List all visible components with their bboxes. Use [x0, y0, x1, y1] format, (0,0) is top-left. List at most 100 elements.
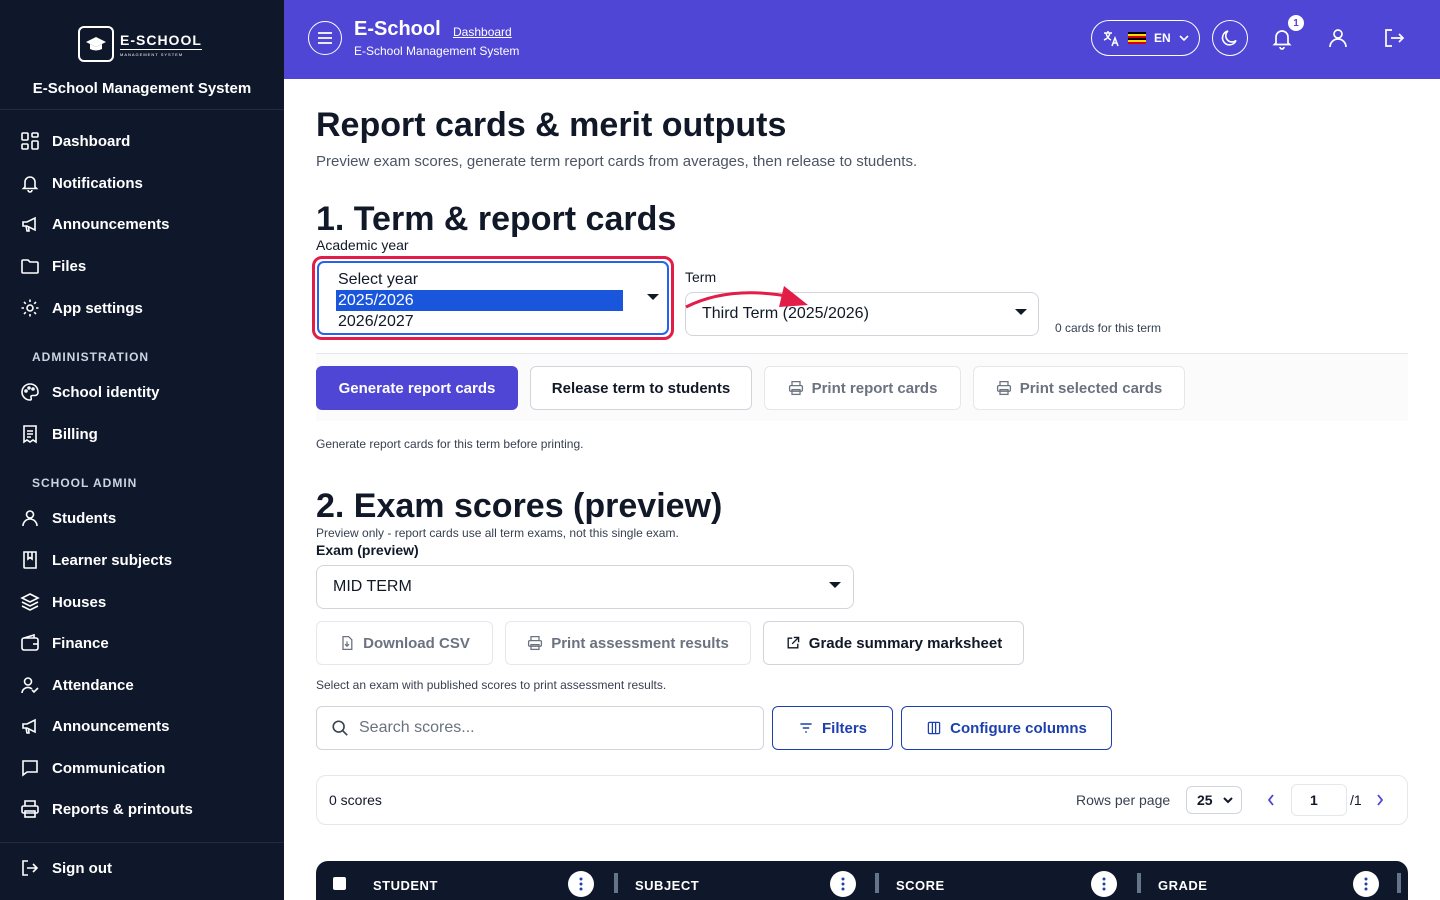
sidebar-item-billing[interactable]: Billing: [20, 422, 98, 446]
print-selected-cards-label: Print selected cards: [1019, 379, 1163, 397]
print-report-cards-button[interactable]: Print report cards: [764, 366, 961, 410]
column-resize-handle[interactable]: [614, 873, 618, 893]
grade-summary-marksheet-button[interactable]: Grade summary marksheet: [763, 621, 1024, 665]
release-term-button[interactable]: Release term to students: [530, 366, 752, 410]
generate-hint: Generate report cards for this term befo…: [316, 437, 584, 451]
rows-per-page-value: 25: [1197, 792, 1213, 808]
column-header-student[interactable]: STUDENT: [373, 878, 438, 893]
app-subtitle: E-School Management System: [354, 44, 520, 58]
sidebar-item-school-identity[interactable]: School identity: [20, 380, 160, 404]
profile-icon[interactable]: [1326, 26, 1350, 50]
column-menu-button[interactable]: [1091, 871, 1117, 897]
section2-title: 2. Exam scores (preview): [316, 487, 723, 525]
column-resize-handle[interactable]: [875, 873, 879, 893]
chevron-down-icon: [1223, 797, 1233, 804]
print-assessment-label: Print assessment results: [551, 634, 729, 652]
dropdown-caret-icon: [647, 294, 659, 300]
year-option-selected[interactable]: 2025/2026: [336, 290, 623, 311]
uganda-flag-icon: [1128, 32, 1146, 44]
sidebar-item-label: Reports & printouts: [52, 800, 193, 818]
language-code: EN: [1154, 31, 1171, 45]
sidebar-item-files[interactable]: Files: [20, 254, 86, 278]
search-icon: [332, 720, 348, 736]
year-option[interactable]: Select year: [336, 269, 623, 290]
megaphone-icon: [22, 216, 36, 232]
section-school-admin: SCHOOL ADMIN: [32, 476, 138, 490]
user-check-icon: [21, 677, 39, 694]
column-header-score[interactable]: SCORE: [896, 878, 945, 893]
printer-icon: [21, 800, 39, 818]
chevron-down-icon: [1179, 35, 1189, 41]
sidebar-item-finance[interactable]: Finance: [20, 631, 109, 655]
column-menu-button[interactable]: [1353, 871, 1379, 897]
sidebar-item-label: Billing: [52, 425, 98, 443]
rows-per-page-select[interactable]: 25: [1186, 786, 1242, 814]
search-scores-input[interactable]: Search scores...: [316, 706, 764, 750]
column-menu-button[interactable]: [568, 871, 594, 897]
print-selected-cards-button[interactable]: Print selected cards: [973, 366, 1185, 410]
main-content: Report cards & merit outputs Preview exa…: [284, 79, 1440, 900]
sidebar-item-announcements-2[interactable]: Announcements: [20, 714, 170, 738]
sign-out-label: Sign out: [52, 859, 112, 877]
sidebar-item-label: Files: [52, 257, 87, 275]
academic-year-select[interactable]: Select year 2025/2026 2026/2027: [312, 256, 674, 340]
more-vertical-icon: [841, 877, 845, 891]
sidebar-item-communication[interactable]: Communication: [20, 756, 165, 780]
search-placeholder: Search scores...: [359, 719, 475, 736]
sidebar-item-learner-subjects[interactable]: Learner subjects: [20, 548, 172, 572]
year-option[interactable]: 2026/2027: [336, 311, 623, 332]
bell-icon: [21, 176, 39, 193]
generate-report-cards-button[interactable]: Generate report cards: [316, 366, 518, 410]
grid-icon: [21, 132, 39, 150]
page-number-value: 1: [1310, 792, 1318, 808]
logo[interactable]: E-SCHOOL MANAGEMENT SYSTEM: [78, 26, 208, 62]
sidebar-item-label: Announcements: [52, 215, 170, 233]
language-selector[interactable]: EN: [1091, 20, 1200, 56]
more-vertical-icon: [1102, 877, 1106, 891]
download-csv-button[interactable]: Download CSV: [316, 621, 493, 665]
sidebar-item-announcements[interactable]: Announcements: [20, 212, 170, 236]
breadcrumb-dashboard[interactable]: Dashboard: [453, 25, 512, 39]
sidebar-item-label: Houses: [52, 593, 107, 611]
theme-toggle-button[interactable]: [1212, 20, 1248, 56]
column-menu-button[interactable]: [830, 871, 856, 897]
sidebar-item-label: Attendance: [52, 676, 134, 694]
external-link-icon: [787, 636, 800, 649]
sidebar-item-houses[interactable]: Houses: [20, 590, 106, 614]
menu-toggle-button[interactable]: [308, 21, 342, 55]
column-resize-handle[interactable]: [1397, 873, 1401, 893]
hamburger-icon: [318, 32, 332, 44]
column-resize-handle[interactable]: [1137, 873, 1141, 893]
sidebar-item-label: School identity: [52, 383, 160, 401]
sidebar-item-students[interactable]: Students: [20, 506, 116, 530]
column-header-grade[interactable]: GRADE: [1158, 878, 1207, 893]
chat-icon: [22, 760, 38, 777]
sidebar-item-notifications[interactable]: Notifications: [20, 171, 143, 195]
sidebar-item-app-settings[interactable]: App settings: [20, 296, 143, 320]
sidebar-item-label: App settings: [52, 299, 143, 317]
more-vertical-icon: [579, 877, 583, 891]
print-assessment-results-button[interactable]: Print assessment results: [505, 621, 751, 665]
column-header-subject[interactable]: SUBJECT: [635, 878, 699, 893]
book-icon: [23, 551, 37, 569]
notifications-bell-icon[interactable]: [1270, 26, 1294, 50]
logout-icon[interactable]: [1382, 26, 1406, 50]
configure-columns-button[interactable]: Configure columns: [901, 706, 1112, 750]
page-number-input[interactable]: 1: [1291, 784, 1347, 816]
print-report-cards-label: Print report cards: [811, 379, 938, 397]
sign-out-button[interactable]: Sign out: [20, 856, 112, 880]
filter-icon: [800, 723, 812, 733]
sidebar-item-dashboard[interactable]: Dashboard: [20, 129, 130, 153]
sidebar-item-attendance[interactable]: Attendance: [20, 673, 134, 697]
user-icon: [22, 510, 38, 527]
page-total: /1: [1350, 792, 1362, 808]
sidebar-item-label: Announcements: [52, 717, 170, 735]
annotation-arrow-icon: [685, 286, 808, 309]
next-page-icon[interactable]: [1376, 794, 1384, 806]
exam-select[interactable]: MID TERM: [316, 565, 854, 609]
filters-button[interactable]: Filters: [772, 706, 893, 750]
select-all-checkbox[interactable]: [333, 877, 346, 890]
exam-value: MID TERM: [333, 578, 412, 595]
sidebar-item-reports[interactable]: Reports & printouts: [20, 797, 193, 821]
prev-page-icon[interactable]: [1267, 794, 1275, 806]
